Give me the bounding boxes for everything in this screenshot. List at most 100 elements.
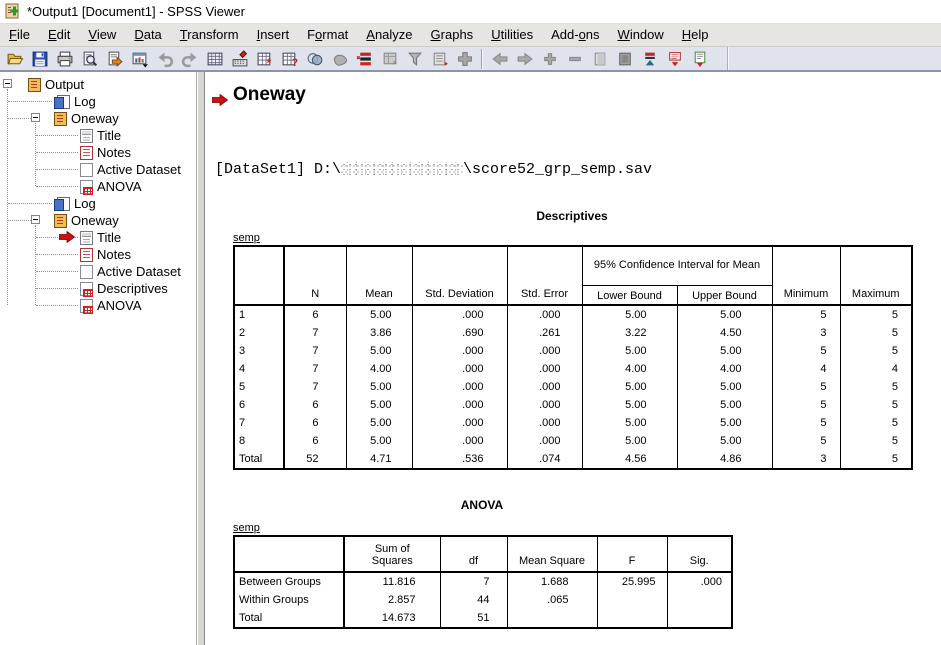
row-label-cell: 4 xyxy=(234,360,284,378)
collapse-button[interactable] xyxy=(563,48,586,70)
tree-item-label: Active Dataset xyxy=(97,264,181,279)
menu-data[interactable]: Data xyxy=(125,24,170,46)
designate-window-button[interactable] xyxy=(453,48,476,70)
data-cell: 4.00 xyxy=(582,360,677,378)
tree-item-output[interactable]: Output xyxy=(28,76,84,93)
export-button[interactable] xyxy=(103,48,126,70)
tree-item-notes[interactable]: Notes xyxy=(80,144,131,161)
promote-button[interactable] xyxy=(638,48,661,70)
save-icon xyxy=(31,50,49,68)
tree-item-label: Oneway xyxy=(71,111,119,126)
hide-button[interactable] xyxy=(613,48,636,70)
demote-button[interactable] xyxy=(663,48,686,70)
anova-block: ANOVA semp Sum of SquaresdfMean SquareFS… xyxy=(233,498,731,629)
table-row: 865.00.000.0005.005.0055 xyxy=(234,432,912,450)
oneway-icon xyxy=(54,112,67,126)
tree-item-descriptives[interactable]: Descriptives xyxy=(80,280,168,297)
tree-item-label: Log xyxy=(74,94,96,109)
menu-view[interactable]: View xyxy=(79,24,125,46)
export-icon xyxy=(106,50,124,68)
menu-add-ons[interactable]: Add-ons xyxy=(542,24,608,46)
anova-title: ANOVA xyxy=(233,498,731,512)
recall-dialog-icon xyxy=(131,50,149,68)
save-button[interactable] xyxy=(28,48,51,70)
select-last-output-button[interactable] xyxy=(378,48,401,70)
menu-help[interactable]: Help xyxy=(673,24,718,46)
column-header: N xyxy=(284,246,346,305)
tree-item-title[interactable]: Title xyxy=(80,127,121,144)
tree-item-label: Descriptives xyxy=(97,281,168,296)
tree-item-notes[interactable]: Notes xyxy=(80,246,131,263)
tree-item-log[interactable]: Log xyxy=(54,195,96,212)
menu-window[interactable]: Window xyxy=(609,24,673,46)
data-cell: .000 xyxy=(412,378,507,396)
column-header: Mean xyxy=(346,246,412,305)
goto-case-icon xyxy=(231,50,249,68)
forward-button[interactable] xyxy=(513,48,536,70)
tree-item-anova[interactable]: ANOVA xyxy=(80,178,142,195)
menu-graphs[interactable]: Graphs xyxy=(422,24,483,46)
tree-expander-minus[interactable] xyxy=(31,215,40,224)
svg-text:*: * xyxy=(266,56,271,67)
goto-data-icon xyxy=(206,50,224,68)
title-icon xyxy=(80,231,93,245)
anova-table[interactable]: Sum of SquaresdfMean SquareFSig.Between … xyxy=(233,535,733,629)
output-content-area: Oneway [DataSet1] D:\\score52_grp_semp.s… xyxy=(205,72,941,645)
menu-utilities[interactable]: Utilities xyxy=(482,24,542,46)
dataset-icon xyxy=(80,265,93,279)
row-label-cell: 5 xyxy=(234,378,284,396)
open-button[interactable] xyxy=(3,48,26,70)
data-cell: 7 xyxy=(284,360,346,378)
promote-icon xyxy=(641,50,659,68)
select-objects-button[interactable] xyxy=(328,48,351,70)
table-row: 474.00.000.0004.004.0044 xyxy=(234,360,912,378)
table-icon xyxy=(80,299,93,313)
tree-item-label: Oneway xyxy=(71,213,119,228)
use-sets-button[interactable] xyxy=(353,48,376,70)
tree-item-oneway[interactable]: Oneway xyxy=(54,110,119,127)
undo-button[interactable] xyxy=(153,48,176,70)
tree-expander-minus[interactable] xyxy=(3,79,12,88)
data-cell: 5.00 xyxy=(346,342,412,360)
tree-item-anova[interactable]: ANOVA xyxy=(80,297,142,314)
menu-format[interactable]: Format xyxy=(298,24,357,46)
tree-item-log[interactable]: Log xyxy=(54,93,96,110)
spss-output-icon xyxy=(4,3,21,20)
menu-transform[interactable]: Transform xyxy=(171,24,248,46)
data-cell: 5 xyxy=(840,378,912,396)
data-cell: 6 xyxy=(284,305,346,324)
recall-dialog-button[interactable] xyxy=(128,48,151,70)
menu-insert[interactable]: Insert xyxy=(248,24,299,46)
tree-expander-minus[interactable] xyxy=(31,113,40,122)
redo-button[interactable] xyxy=(178,48,201,70)
print-preview-button[interactable] xyxy=(78,48,101,70)
descriptives-table[interactable]: NMeanStd. DeviationStd. Error95% Confide… xyxy=(233,245,913,470)
print-button[interactable] xyxy=(53,48,76,70)
menu-edit[interactable]: Edit xyxy=(39,24,79,46)
insert-text-button[interactable] xyxy=(688,48,711,70)
redacted-path-scribble xyxy=(341,162,463,175)
title-bar: *Output1 [Document1] - SPSS Viewer xyxy=(0,0,941,24)
column-header: Std. Error xyxy=(507,246,582,305)
data-cell: 3.22 xyxy=(582,324,677,342)
variables-button[interactable]: * xyxy=(253,48,276,70)
show-button[interactable] xyxy=(588,48,611,70)
delete-output-button[interactable] xyxy=(403,48,426,70)
back-button[interactable] xyxy=(488,48,511,70)
menu-analyze[interactable]: Analyze xyxy=(357,24,421,46)
goto-case-button[interactable] xyxy=(228,48,251,70)
tree-item-oneway[interactable]: Oneway xyxy=(54,212,119,229)
table-row: 665.00.000.0005.005.0055 xyxy=(234,396,912,414)
tree-item-title[interactable]: Title xyxy=(80,229,121,246)
show-results-button[interactable] xyxy=(428,48,451,70)
expand-button[interactable] xyxy=(538,48,561,70)
variable-info-button[interactable]: ? xyxy=(278,48,301,70)
find-button[interactable] xyxy=(303,48,326,70)
goto-data-button[interactable] xyxy=(203,48,226,70)
pane-splitter[interactable] xyxy=(197,72,205,645)
menu-file[interactable]: File xyxy=(0,24,39,46)
tree-item-active-dataset[interactable]: Active Dataset xyxy=(80,263,181,280)
data-cell: 5.00 xyxy=(346,378,412,396)
tree-item-label: Output xyxy=(45,77,84,92)
tree-item-active-dataset[interactable]: Active Dataset xyxy=(80,161,181,178)
